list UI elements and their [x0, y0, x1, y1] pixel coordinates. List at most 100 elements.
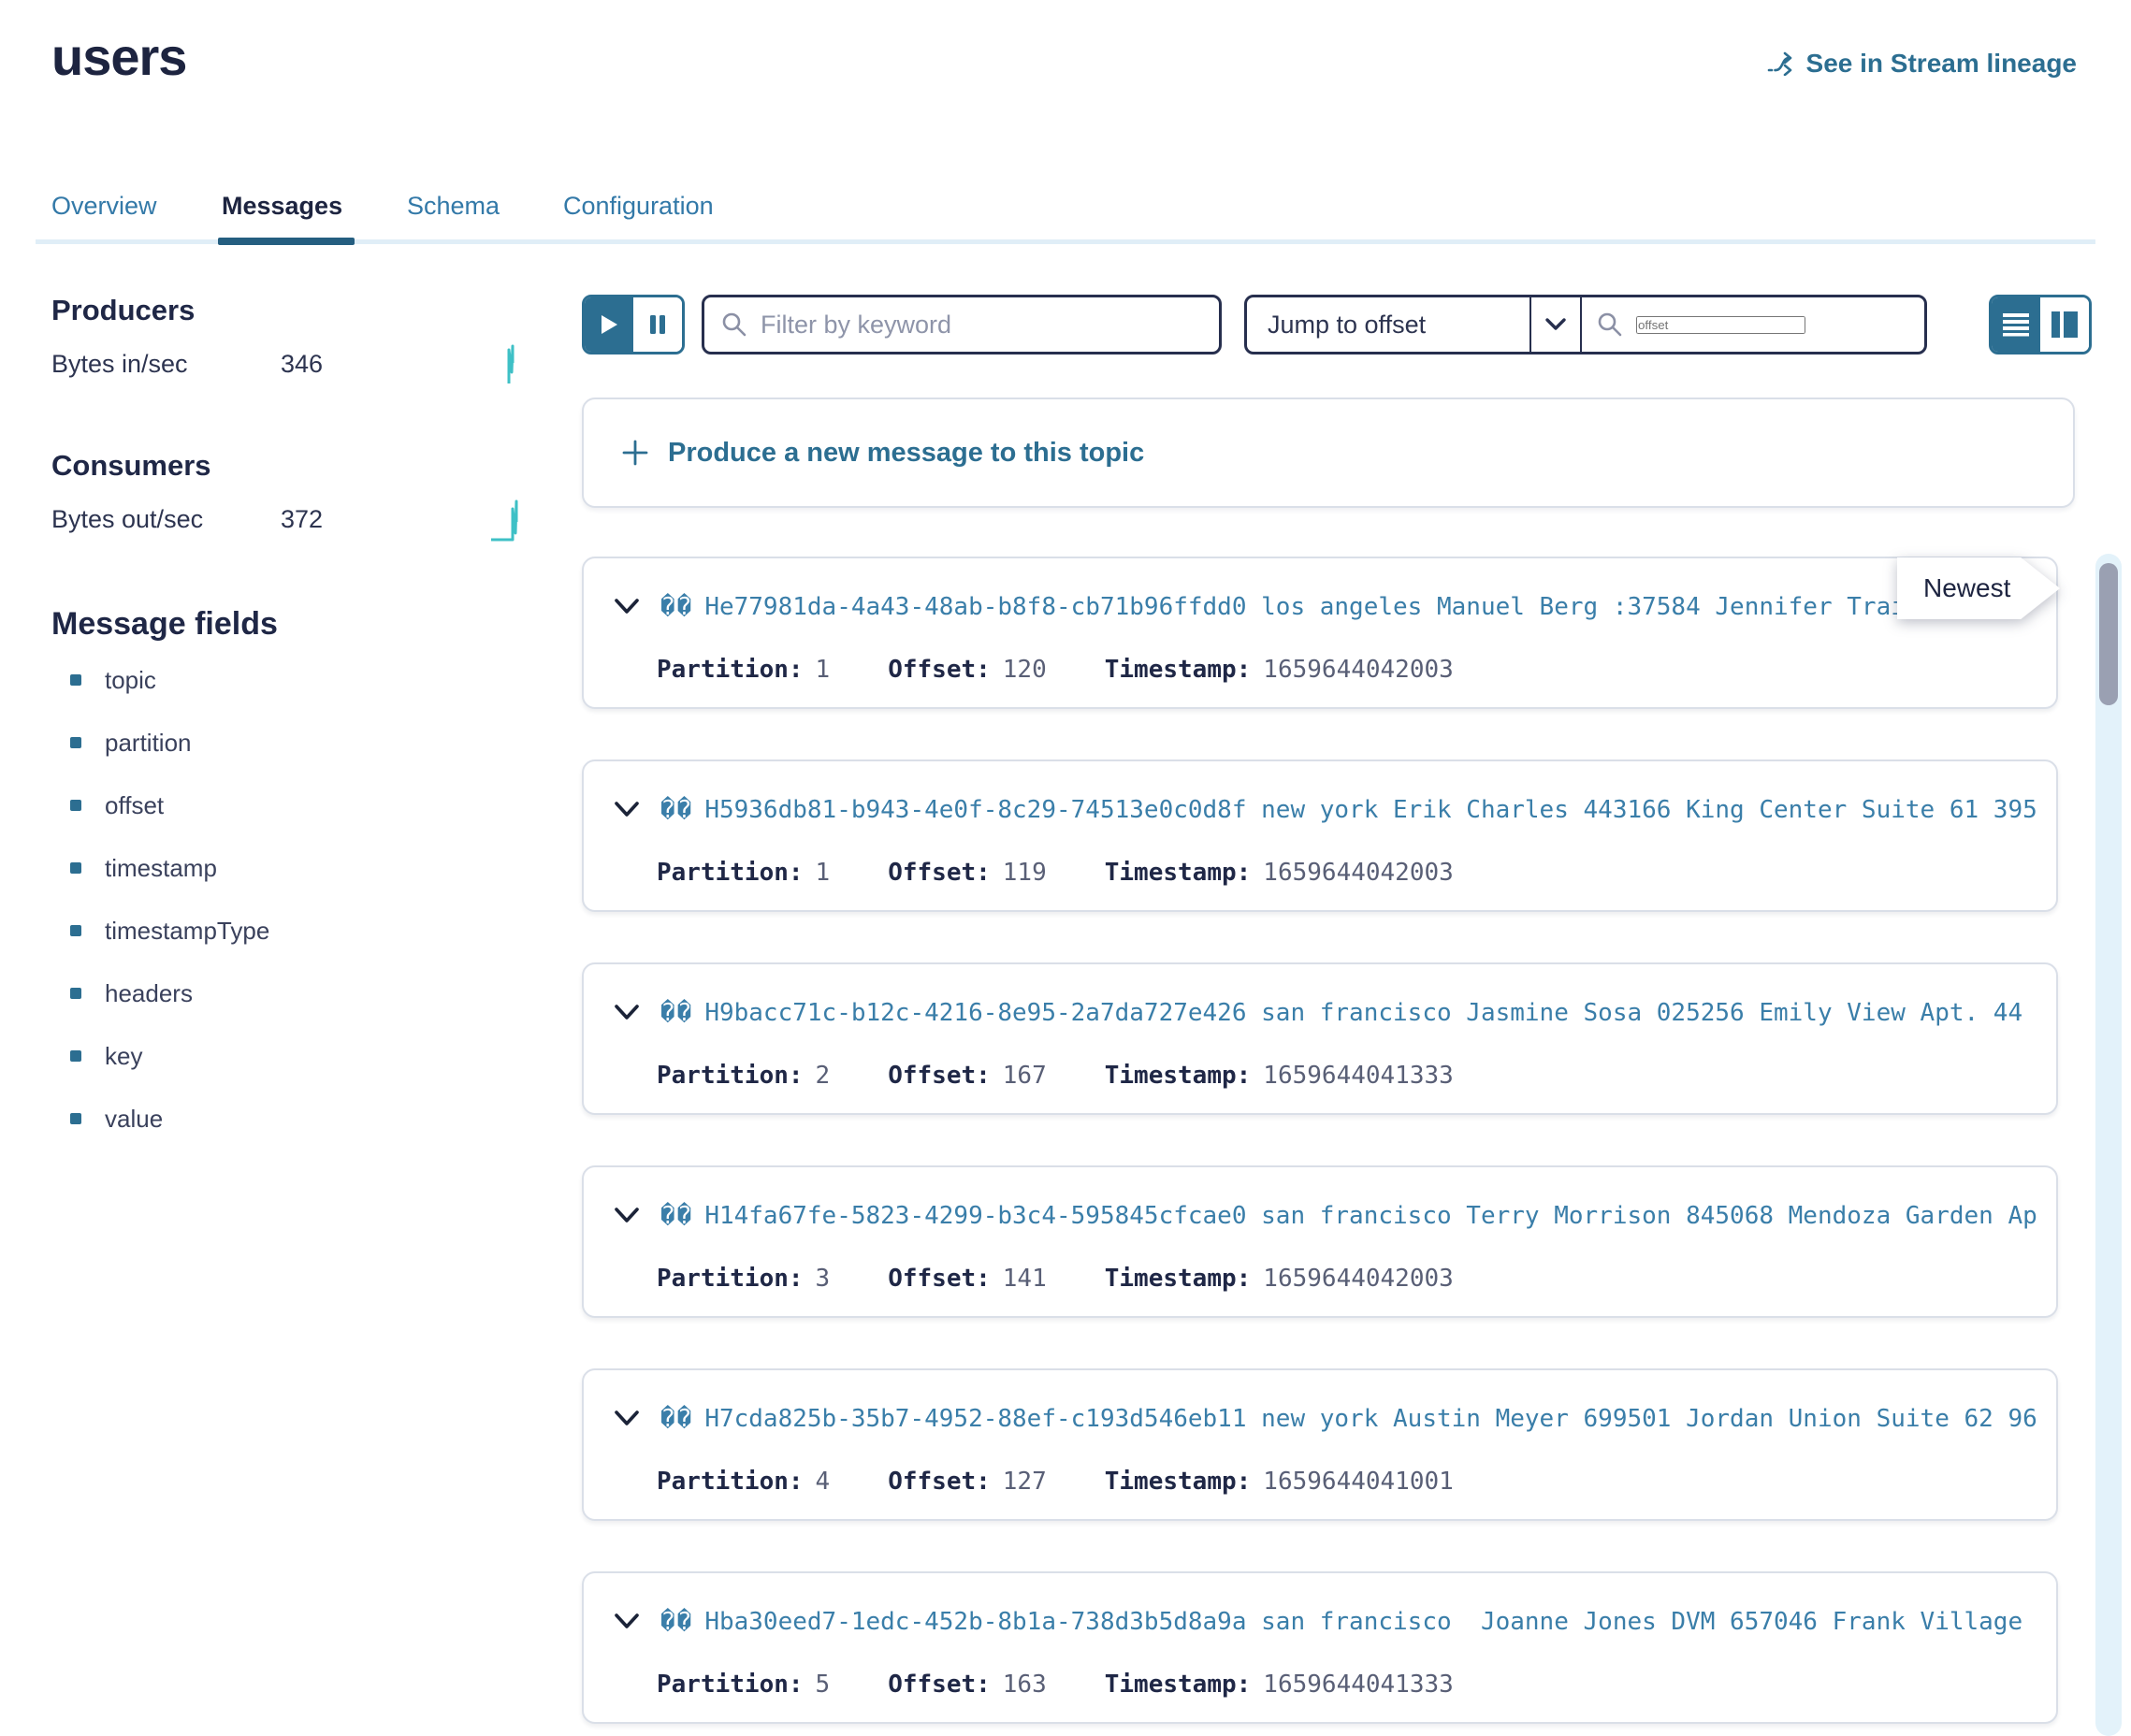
play-button[interactable]: [585, 297, 633, 352]
offset-value: 127: [1003, 1468, 1047, 1496]
tab-messages[interactable]: Messages: [222, 192, 342, 221]
bullet-icon: [70, 862, 81, 874]
bytes-in-sparkline: [496, 342, 524, 387]
message-preview: ��H5936db81-b943-4e0f-8c29-74513e0c0d8f …: [660, 796, 2037, 824]
newest-tooltip-label: Newest: [1897, 557, 2060, 619]
message-card: ��He77981da-4a43-48ab-b8f8-cb71b96ffdd0 …: [582, 557, 2058, 709]
topic-messages-page: users See in Stream lineage Overview Mes…: [0, 0, 2131, 1736]
expand-message-button[interactable]: [614, 1410, 640, 1428]
message-card: ��H9bacc71c-b12c-4216-8e95-2a7da727e426 …: [582, 962, 2058, 1115]
offset-value: 163: [1003, 1671, 1047, 1699]
offset-value: 119: [1003, 859, 1047, 887]
message-meta: Partition:2 Offset:167 Timestamp:1659644…: [657, 1059, 1512, 1092]
partition-value: 5: [816, 1671, 831, 1699]
chevron-down-icon: [614, 1207, 640, 1225]
chevron-down-icon: [1544, 317, 1567, 332]
bytes-in-metric: Bytes in/sec 346: [51, 342, 524, 387]
expand-message-button[interactable]: [614, 801, 640, 819]
search-icon: [1597, 311, 1623, 338]
expand-message-button[interactable]: [614, 1207, 640, 1225]
jump-to-offset-select[interactable]: Jump to offset: [1247, 297, 1529, 352]
bullet-icon: [70, 800, 81, 811]
expand-message-button[interactable]: [614, 598, 640, 616]
message-meta: Partition:4 Offset:127 Timestamp:1659644…: [657, 1465, 1512, 1498]
field-item-value: value: [70, 1105, 444, 1142]
bullet-icon: [70, 1050, 81, 1062]
offset-value: 141: [1003, 1265, 1047, 1293]
partition-value: 4: [816, 1468, 831, 1496]
tab-configuration[interactable]: Configuration: [563, 192, 714, 221]
chevron-down-icon: [614, 801, 640, 819]
chevron-down-icon: [614, 1004, 640, 1022]
view-mode-toggle: [1989, 295, 2092, 354]
field-item-headers: headers: [70, 979, 444, 1017]
active-tab-indicator: [218, 238, 355, 245]
message-preview: ��H14fa67fe-5823-4299-b3c4-595845cfcae0 …: [660, 1202, 2037, 1230]
consumers-heading: Consumers: [51, 449, 211, 483]
play-icon: [599, 313, 619, 336]
field-item-timestamp: timestamp: [70, 854, 444, 891]
message-meta: Partition:1 Offset:119 Timestamp:1659644…: [657, 856, 1512, 890]
column-view-icon: [2051, 311, 2079, 339]
partition-value: 1: [816, 656, 831, 684]
message-card: ��H7cda825b-35b7-4952-88ef-c193d546eb11 …: [582, 1368, 2058, 1521]
message-meta: Partition:1 Offset:120 Timestamp:1659644…: [657, 653, 1512, 687]
newest-tooltip: Newest: [1897, 557, 2060, 619]
tab-schema[interactable]: Schema: [407, 192, 500, 221]
timestamp-value: 1659644041001: [1263, 1468, 1454, 1496]
produce-message-label: Produce a new message to this topic: [668, 438, 1144, 469]
message-card: ��H14fa67fe-5823-4299-b3c4-595845cfcae0 …: [582, 1165, 2058, 1318]
message-preview: ��H7cda825b-35b7-4952-88ef-c193d546eb11 …: [660, 1405, 2037, 1433]
message-preview: ��H9bacc71c-b12c-4216-8e95-2a7da727e426 …: [660, 999, 2037, 1027]
filter-keyword-input[interactable]: [761, 311, 1202, 340]
pause-icon: [648, 313, 667, 336]
lineage-link-label: See in Stream lineage: [1806, 49, 2077, 79]
search-icon: [721, 311, 747, 338]
producers-heading: Producers: [51, 294, 195, 327]
offset-search-field: [1582, 297, 1924, 352]
tab-overview[interactable]: Overview: [51, 192, 157, 221]
scrollbar-track: [2095, 554, 2122, 1736]
chevron-down-icon: [614, 1410, 640, 1428]
expand-message-button[interactable]: [614, 1004, 640, 1022]
field-item-timestampType: timestampType: [70, 917, 444, 954]
message-preview: ��Hba30eed7-1edc-452b-8b1a-738d3b5d8a9a …: [660, 1608, 2037, 1636]
bullet-icon: [70, 737, 81, 748]
bullet-icon: [70, 988, 81, 999]
lineage-arrows-icon: [1767, 51, 1795, 76]
offset-input[interactable]: [1636, 316, 1805, 334]
message-meta: Partition:3 Offset:141 Timestamp:1659644…: [657, 1262, 1512, 1295]
bullet-icon: [70, 925, 81, 936]
timestamp-value: 1659644042003: [1263, 859, 1454, 887]
binary-bytes-glyphs: ��: [660, 1608, 693, 1636]
binary-bytes-glyphs: ��: [660, 1202, 693, 1230]
partition-value: 3: [816, 1265, 831, 1293]
binary-bytes-glyphs: ��: [660, 593, 693, 621]
expand-message-button[interactable]: [614, 1613, 640, 1631]
chevron-down-icon: [614, 598, 640, 616]
play-pause-toggle: [582, 295, 685, 354]
bytes-out-sparkline: [490, 498, 524, 542]
field-item-topic: topic: [70, 666, 444, 703]
pause-button[interactable]: [633, 297, 682, 352]
message-card: ��Hba30eed7-1edc-452b-8b1a-738d3b5d8a9a …: [582, 1571, 2058, 1724]
partition-value: 2: [816, 1062, 831, 1090]
stream-lineage-link[interactable]: See in Stream lineage: [1767, 49, 2077, 79]
bytes-out-metric: Bytes out/sec 372: [51, 498, 524, 542]
message-meta: Partition:5 Offset:163 Timestamp:1659644…: [657, 1668, 1512, 1701]
list-view-button[interactable]: [1992, 297, 2040, 352]
timestamp-value: 1659644042003: [1263, 1265, 1454, 1293]
bytes-out-label: Bytes out/sec: [51, 505, 203, 534]
partition-value: 1: [816, 859, 831, 887]
message-preview: ��He77981da-4a43-48ab-b8f8-cb71b96ffdd0 …: [660, 593, 2037, 621]
bullet-icon: [70, 674, 81, 686]
jump-select-caret[interactable]: [1529, 297, 1582, 352]
filter-keyword-field: [702, 295, 1222, 354]
field-item-key: key: [70, 1042, 444, 1079]
message-card: ��H5936db81-b943-4e0f-8c29-74513e0c0d8f …: [582, 760, 2058, 912]
column-view-button[interactable]: [2040, 297, 2089, 352]
chevron-down-icon: [614, 1613, 640, 1631]
list-view-icon: [2002, 312, 2030, 337]
produce-message-button[interactable]: Produce a new message to this topic: [582, 398, 2075, 508]
scrollbar-thumb[interactable]: [2099, 563, 2118, 705]
